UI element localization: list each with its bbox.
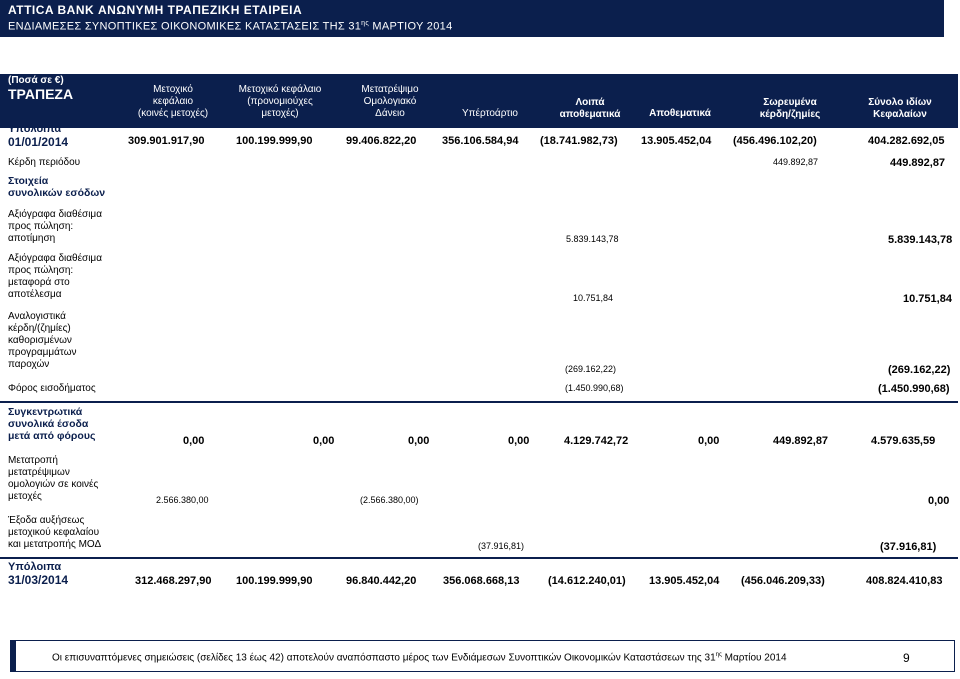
actuarial-other: (269.162,22) xyxy=(565,364,617,374)
income-tax-label: Φόρος εισοδήματος xyxy=(8,383,96,394)
report-subtitle: ΕΝΔΙΑΜΕΣΕΣ ΣΥΝΟΠΤΙΚΕΣ ΟΙΚΟΝΟΜΙΚΕΣ ΚΑΤΑΣΤ… xyxy=(8,20,453,33)
opening-total-equity: 404.282.692,05 xyxy=(868,135,945,147)
currency-note: (Ποσά σε €) xyxy=(8,75,64,86)
afs-valuation-total: 5.839.143,78 xyxy=(888,234,953,246)
closing-accumulated-losses: (456.046.209,33) xyxy=(741,575,825,587)
opening-convertible-bond: 99.406.822,20 xyxy=(346,135,417,147)
expenses-share-premium: (37.916,81) xyxy=(478,541,525,551)
conversion-convertible-bond: (2.566.380,00) xyxy=(360,495,419,505)
comprehensive-preferred-shares: 0,00 xyxy=(313,435,335,447)
opening-balance-date: 01/01/2014 xyxy=(8,135,69,149)
comprehensive-common-shares: 0,00 xyxy=(183,435,205,447)
col-header-reserves: Αποθεματικά xyxy=(649,108,711,119)
company-name: ATTICA BANK ΑΝΩΝΥΜΗ ΤΡΑΠΕΖΙΚΗ ΕΤΑΙΡΕΙΑ xyxy=(8,3,303,17)
col-header-total-equity: Σύνολο ιδίων Κεφαλαίων xyxy=(868,97,932,120)
comprehensive-share-premium: 0,00 xyxy=(508,435,530,447)
entity-label: ΤΡΑΠΕΖΑ xyxy=(8,86,74,102)
comprehensive-label: Συγκεντρωτικά συνολικά έσοδα μετά από φόρο… xyxy=(8,406,96,442)
closing-preferred-shares: 100.199.999,90 xyxy=(236,575,313,587)
closing-share-premium: 356.068.668,13 xyxy=(443,575,520,587)
closing-common-shares: 312.468.297,90 xyxy=(135,575,212,587)
comprehensive-divider xyxy=(0,401,958,403)
closing-other-reserves: (14.612.240,01) xyxy=(548,575,626,587)
opening-balance-label: Υπόλοιπα xyxy=(8,123,62,135)
actuarial-label: Αναλογιστικά κέρδη/(ζημίες) καθορισμένων πρ… xyxy=(8,311,77,370)
closing-reserves: 13.905.452,04 xyxy=(649,575,720,587)
col-header-other-reserves: Λοιπά αποθεματικά xyxy=(559,97,621,120)
oci-heading: Στοιχεία συνολικών εσόδων xyxy=(8,175,106,199)
conversion-total: 0,00 xyxy=(928,495,950,507)
col-header-preferred-shares: Μετοχικό κεφάλαιο (προνομιούχες μετοχές) xyxy=(238,84,322,119)
col-header-common-shares: Μετοχικό κεφάλαιο (κοινές μετοχές) xyxy=(137,84,209,119)
report-banner: ATTICA BANK ΑΝΩΝΥΜΗ ΤΡΑΠΕΖΙΚΗ ΕΤΑΙΡΕΙΑ Ε… xyxy=(0,0,944,37)
expenses-label: Έξοδα αυξήσεως μετοχικού κεφαλαίου και μετ… xyxy=(8,515,102,550)
profit-total: 449.892,87 xyxy=(890,157,946,169)
closing-balance-label: Υπόλοιπα xyxy=(8,561,62,573)
closing-divider xyxy=(0,557,958,559)
afs-transfer-label: Αξιόγραφα διαθέσιμα προς πώληση: μεταφορά … xyxy=(8,253,102,300)
closing-convertible-bond: 96.840.442,20 xyxy=(346,575,417,587)
opening-other-reserves: (18.741.982,73) xyxy=(540,135,618,147)
page-number: 9 xyxy=(903,651,910,665)
col-header-share-premium: Υπέρτοάρτιο xyxy=(461,108,518,119)
footer-note: Οι επισυναπτόμενες σημειώσεις (σελίδες 1… xyxy=(52,652,787,664)
profit-period-label: Κέρδη περιόδου xyxy=(8,157,81,168)
closing-balance-date: 31/03/2014 xyxy=(8,573,69,587)
comprehensive-accumulated: 449.892,87 xyxy=(773,435,829,447)
conversion-common-shares: 2.566.380,00 xyxy=(156,495,209,505)
income-tax-other: (1.450.990,68) xyxy=(565,383,624,393)
afs-transfer-total: 10.751,84 xyxy=(903,293,952,305)
opening-accumulated-losses: (456.496.102,20) xyxy=(733,135,817,147)
comprehensive-convertible-bond: 0,00 xyxy=(408,435,430,447)
comprehensive-reserves: 0,00 xyxy=(698,435,720,447)
expenses-total: (37.916,81) xyxy=(880,541,937,553)
opening-preferred-shares: 100.199.999,90 xyxy=(236,135,313,147)
income-tax-total: (1.450.990,68) xyxy=(878,383,950,395)
col-header-accumulated-losses: Σωρευμένα κέρδη/ζημίες xyxy=(759,97,821,120)
comprehensive-other-reserves: 4.129.742,72 xyxy=(564,435,629,447)
afs-transfer-other: 10.751,84 xyxy=(573,293,614,303)
comprehensive-total: 4.579.635,59 xyxy=(871,435,936,447)
profit-accumulated: 449.892,87 xyxy=(773,157,819,167)
opening-reserves: 13.905.452,04 xyxy=(641,135,712,147)
actuarial-total: (269.162,22) xyxy=(888,364,951,376)
col-header-convertible-bond: Μετατρέψιμο Ομολογιακό Δάνειο xyxy=(361,84,419,119)
conversion-label: Μετατροπή μετατρέψιμων ομολογιών σε κοινές… xyxy=(8,455,99,502)
opening-common-shares: 309.901.917,90 xyxy=(128,135,205,147)
afs-valuation-label: Αξιόγραφα διαθέσιμα προς πώληση: αποτίμηση xyxy=(8,209,102,244)
afs-valuation-other: 5.839.143,78 xyxy=(566,234,619,244)
opening-share-premium: 356.106.584,94 xyxy=(442,135,519,147)
closing-total-equity: 408.824.410,83 xyxy=(866,575,943,587)
